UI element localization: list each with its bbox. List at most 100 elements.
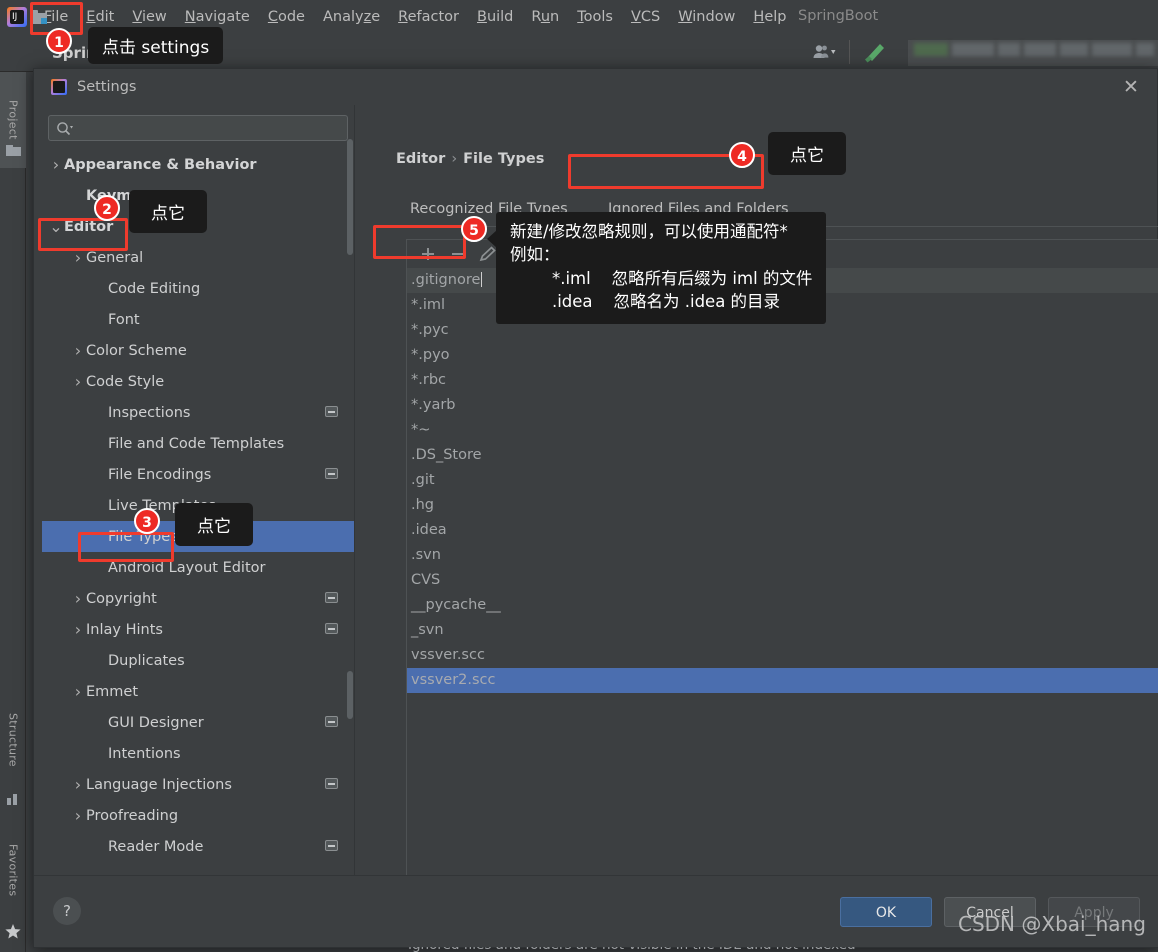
sidebar-item-label: Inlay Hints [86,621,163,638]
sidebar-item-label: Reader Mode [108,838,204,855]
sidebar-item-inspections[interactable]: Inspections [42,397,354,428]
sidebar-item-structure[interactable]: Structure [0,692,26,788]
sidebar-item-reader-mode[interactable]: Reader Mode [42,831,354,862]
menu-item-build[interactable]: Build [468,6,522,28]
chevron-right-icon[interactable]: › [70,372,86,391]
list-item[interactable]: *.pyo [407,343,1158,368]
settings-search-box[interactable] [48,115,348,141]
user-account-icon[interactable] [812,44,838,60]
ignored-file-list[interactable]: .gitignore *.iml *.pyc *.pyo *.rbc *.yarb *~ .D… [407,268,1158,928]
menu-item-code[interactable]: Code [259,6,314,28]
sidebar-item-file-encodings[interactable]: File Encodings [42,459,354,490]
list-item[interactable]: _svn [407,618,1158,643]
sidebar-item-label: File and Code Templates [108,435,285,452]
sidebar-item-favorites[interactable]: Favorites [0,822,26,918]
sidebar-item-label: Font [108,311,140,328]
left-tool-window-strip: Project Structure Favorites [0,72,26,952]
chevron-right-icon[interactable]: › [70,589,86,608]
list-item-label: .DS_Store [411,447,482,463]
list-item[interactable]: *~ [407,418,1158,443]
sidebar-item-android-layout-editor[interactable]: Android Layout Editor [42,552,354,583]
sidebar-item-duplicates[interactable]: Duplicates [42,645,354,676]
breadcrumb-root[interactable]: Editor [396,151,445,167]
list-item-label: .hg [411,497,435,513]
star-icon [5,924,21,939]
sidebar-item-label: Copyright [86,590,157,607]
strip-label-favorites: Favorites [6,843,20,897]
list-item[interactable]: vssver2.scc [407,668,1158,693]
settings-panel-divider [354,105,355,910]
list-item[interactable]: *.rbc [407,368,1158,393]
sidebar-item-label: Appearance & Behavior [64,156,257,173]
build-hammer-icon[interactable] [862,42,886,64]
chevron-right-icon[interactable]: › [70,620,86,639]
annotation-callout-2: 点它 [129,190,207,233]
list-item[interactable]: *.yarb [407,393,1158,418]
sidebar-item-label: Proofreading [86,807,179,824]
help-button[interactable]: ? [53,897,81,925]
annotation-callout-1: 点击 settings [88,27,224,64]
sidebar-item-language-injections[interactable]: › Language Injections [42,769,354,800]
annotation-badge-3: 3 [134,508,160,534]
menu-item-navigate[interactable]: Navigate [176,6,259,28]
list-item-label: __pycache__ [411,597,501,613]
sidebar-item-general[interactable]: › General [42,242,354,273]
sidebar-item-copyright[interactable]: › Copyright [42,583,354,614]
sidebar-item-inlay-hints[interactable]: › Inlay Hints [42,614,354,645]
run-configuration-selector[interactable] [908,40,1158,66]
sidebar-item-label: GUI Designer [108,714,204,731]
add-button[interactable] [417,244,439,264]
chevron-right-icon[interactable]: › [70,682,86,701]
ok-button[interactable]: OK [840,897,932,927]
list-item[interactable]: .hg [407,493,1158,518]
sidebar-item-proofreading[interactable]: › Proofreading [42,800,354,831]
settings-dialog-icon [51,79,67,95]
sidebar-item-font[interactable]: Font [42,304,354,335]
folder-icon [6,145,21,156]
list-item[interactable]: vssver.scc [407,643,1158,668]
list-item[interactable]: .git [407,468,1158,493]
list-item[interactable]: .DS_Store [407,443,1158,468]
chevron-right-icon[interactable]: › [48,155,64,174]
chevron-down-icon[interactable]: ⌄ [48,218,64,234]
list-item[interactable]: .idea [407,518,1158,543]
sidebar-item-emmet[interactable]: › Emmet [42,676,354,707]
sidebar-item-label: Inspections [108,404,191,421]
sidebar-item-intentions[interactable]: Intentions [42,738,354,769]
menu-item-help[interactable]: Help [744,6,795,28]
sidebar-item-appearance-behavior[interactable]: › Appearance & Behavior [42,149,354,180]
remove-button[interactable] [447,244,469,264]
list-item[interactable]: CVS [407,568,1158,593]
ignored-list-panel: .gitignore *.iml *.pyc *.pyo *.rbc *.yarb *~ .D… [406,239,1158,929]
settings-tree-scrollbar[interactable] [346,111,354,871]
settings-search-input[interactable] [77,116,343,140]
sidebar-item-code-editing[interactable]: Code Editing [42,273,354,304]
menu-item-tools[interactable]: Tools [568,6,622,28]
chevron-right-icon[interactable]: › [70,806,86,825]
screenshot-root: IJ File Edit View Navigate Code Analyze Refact… [0,0,1158,952]
breadcrumb-leaf: File Types [463,151,545,167]
list-item-label: *.pyo [411,347,450,363]
list-item[interactable]: __pycache__ [407,593,1158,618]
menu-item-edit[interactable]: Edit [77,6,123,28]
list-item-label: .idea [411,522,447,538]
chevron-right-icon[interactable]: › [70,248,86,267]
list-item[interactable]: .svn [407,543,1158,568]
watermark: CSDN @Xbai_hang [958,912,1146,936]
menu-item-vcs[interactable]: VCS [622,6,669,28]
chevron-right-icon[interactable]: › [70,341,86,360]
close-icon[interactable]: ✕ [1121,77,1141,97]
chevron-right-icon[interactable]: › [70,775,86,794]
menu-item-view[interactable]: View [123,6,175,28]
sidebar-item-gui-designer[interactable]: GUI Designer [42,707,354,738]
sidebar-item-color-scheme[interactable]: › Color Scheme [42,335,354,366]
sidebar-item-code-style[interactable]: › Code Style [42,366,354,397]
list-item-label: _svn [411,622,444,638]
menu-item-analyze[interactable]: Analyze [314,6,389,28]
list-item-label: *.iml [411,297,446,313]
sidebar-item-file-and-code-templates[interactable]: File and Code Templates [42,428,354,459]
menu-item-run[interactable]: Run [522,6,568,28]
menu-item-window[interactable]: Window [669,6,744,28]
annotation-badge-5: 5 [461,216,487,242]
menu-item-refactor[interactable]: Refactor [389,6,468,28]
